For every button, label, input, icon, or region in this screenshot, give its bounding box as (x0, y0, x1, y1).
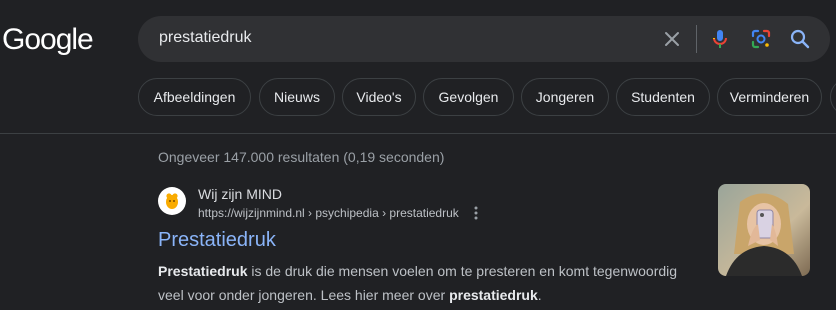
snippet-highlight: Prestatiedruk (158, 263, 248, 279)
result-stats: Ongeveer 147.000 resultaten (0,19 second… (158, 149, 445, 165)
chip-verminderen[interactable]: Verminderen (717, 78, 822, 116)
snippet-highlight: prestatiedruk (449, 287, 538, 303)
header-divider (0, 133, 836, 134)
search-bar[interactable]: prestatiedruk (138, 16, 830, 62)
search-icon[interactable] (788, 27, 812, 51)
snippet-text: . (537, 287, 542, 303)
camera-lens-icon[interactable] (749, 27, 773, 51)
close-icon[interactable] (660, 27, 684, 51)
result-title-link[interactable]: Prestatiedruk (158, 229, 276, 252)
chip-afbeeldingen[interactable]: Afbeeldingen (138, 78, 251, 116)
chip-studenten[interactable]: Studenten (616, 78, 710, 116)
microphone-icon[interactable] (708, 27, 732, 51)
chip-overflow[interactable] (830, 78, 836, 116)
site-url[interactable]: https://wijzijnmind.nl › psychipedia › p… (198, 206, 459, 220)
google-logo[interactable]: Google (2, 20, 94, 60)
chip-jongeren[interactable]: Jongeren (521, 78, 609, 116)
search-bar-divider (696, 25, 697, 53)
site-name[interactable]: Wij zijn MIND (198, 186, 282, 202)
search-input[interactable]: prestatiedruk (159, 29, 252, 47)
site-favicon[interactable] (158, 187, 186, 215)
result-thumbnail[interactable] (718, 184, 810, 276)
result-snippet: Prestatiedruk is de druk die mensen voel… (158, 259, 698, 307)
chip-videos[interactable]: Video's (342, 78, 416, 116)
chip-gevolgen[interactable]: Gevolgen (423, 78, 514, 116)
chip-nieuws[interactable]: Nieuws (259, 78, 335, 116)
more-options-icon[interactable] (470, 205, 482, 221)
